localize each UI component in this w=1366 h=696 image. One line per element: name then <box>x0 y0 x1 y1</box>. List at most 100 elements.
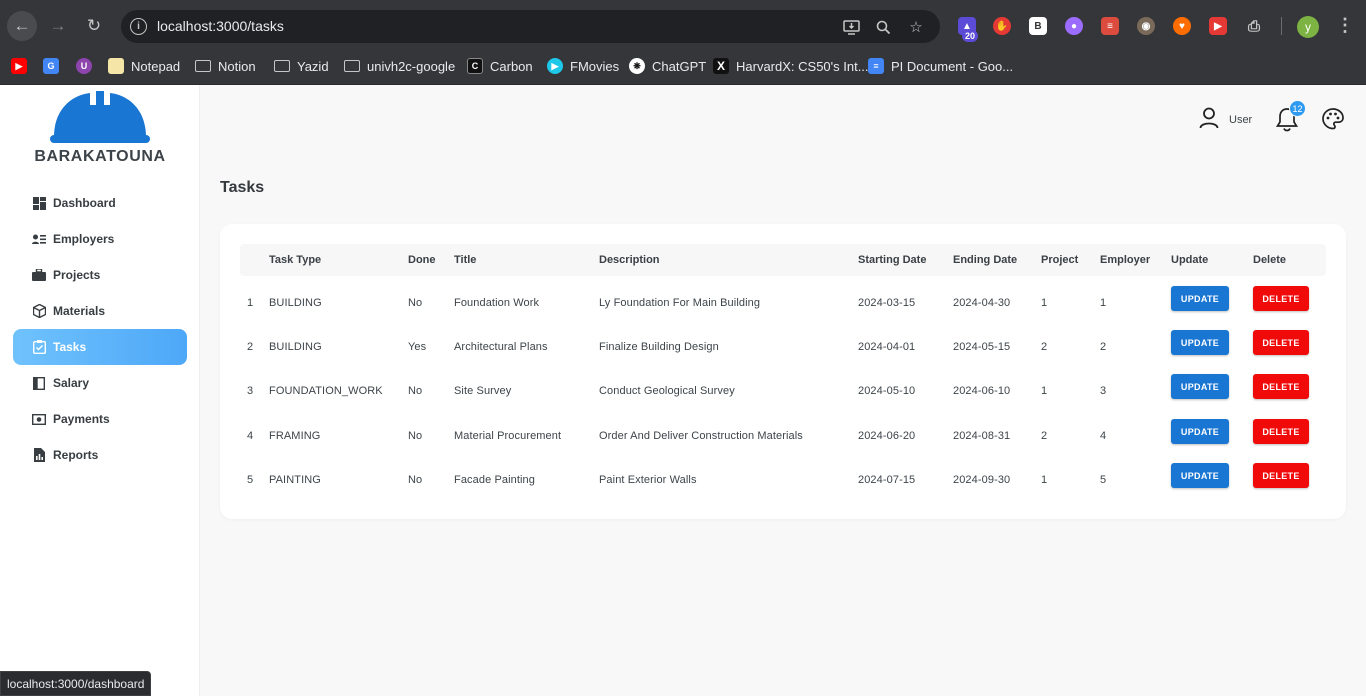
update-button[interactable]: UPDATE <box>1171 286 1229 311</box>
extension-purple-icon[interactable]: ● <box>1065 17 1083 35</box>
table-row: 1 BUILDING No Foundation Work Ly Foundat… <box>240 282 1326 326</box>
cube-icon <box>32 304 46 318</box>
cell-starting-date: 2024-03-15 <box>858 297 916 309</box>
bookmark-ublock[interactable]: U <box>76 56 92 76</box>
bookmark-youtube[interactable]: ▶ <box>11 56 27 76</box>
bookmark-label: Carbon <box>490 58 533 74</box>
sidebar-item-dashboard[interactable]: Dashboard <box>13 185 187 221</box>
bookmark-notion[interactable]: Notion <box>195 56 256 76</box>
sidebar-item-materials[interactable]: Materials <box>13 293 187 329</box>
cell-project: 1 <box>1041 474 1048 486</box>
extension-video-icon[interactable]: ▶ <box>1209 17 1227 35</box>
extension-owl-icon[interactable]: ◉ <box>1137 17 1155 35</box>
address-url[interactable]: localhost:3000/tasks <box>157 18 284 34</box>
google-translate-icon: G <box>43 58 59 74</box>
browser-toolbar: ← → ↻ i localhost:3000/tasks ☆ ▲ 20 ✋ B … <box>0 0 1366 50</box>
page-title: Tasks <box>220 179 265 196</box>
cell-task-type: PAINTING <box>269 474 321 486</box>
column-header-task-type: Task Type <box>269 254 322 266</box>
update-button[interactable]: UPDATE <box>1171 374 1229 399</box>
cell-starting-date: 2024-06-20 <box>858 430 916 442</box>
address-bar[interactable]: i localhost:3000/tasks ☆ <box>121 10 940 43</box>
bookmark-label: univh2c-google <box>367 58 456 74</box>
bookmark-pi-document[interactable]: ≡ PI Document - Goo... <box>868 56 1013 76</box>
bookmark-star-icon[interactable]: ☆ <box>906 17 926 37</box>
install-app-icon[interactable] <box>841 17 861 37</box>
cell-description: Order And Deliver Construction Materials <box>599 430 803 442</box>
table-header: Task Type Done Title Description Startin… <box>240 244 1326 276</box>
forward-arrow-icon[interactable]: → <box>43 11 73 41</box>
user-icon[interactable] <box>1199 107 1219 134</box>
sidebar-item-tasks[interactable]: Tasks <box>13 329 187 365</box>
extension-orange-icon[interactable]: ♥ <box>1173 17 1191 35</box>
sidebar-item-reports[interactable]: Reports <box>13 437 187 473</box>
cell-done: No <box>408 385 423 397</box>
bookmark-notepad[interactable]: Notepad <box>108 56 180 76</box>
cell-ending-date: 2024-08-31 <box>953 430 1011 442</box>
cell-description: Finalize Building Design <box>599 341 719 353</box>
sidebar-item-label: Employers <box>53 232 115 246</box>
cell-title: Facade Painting <box>454 474 535 486</box>
update-button[interactable]: UPDATE <box>1171 330 1229 355</box>
extension-b-icon[interactable]: B <box>1029 17 1047 35</box>
table-row: 5 PAINTING No Facade Painting Paint Exte… <box>240 459 1326 503</box>
cell-ending-date: 2024-04-30 <box>953 297 1011 309</box>
cell-id: 2 <box>247 341 254 353</box>
extension-hand-icon[interactable]: ✋ <box>993 17 1011 35</box>
back-arrow-icon[interactable]: ← <box>7 11 37 41</box>
sidebar-item-label: Payments <box>53 412 110 426</box>
bookmark-label: ChatGPT <box>652 58 707 74</box>
cell-employer: 2 <box>1100 341 1107 353</box>
sidebar-item-label: Dashboard <box>53 196 116 210</box>
delete-button[interactable]: DELETE <box>1253 463 1309 488</box>
cell-project: 1 <box>1041 385 1048 397</box>
update-button[interactable]: UPDATE <box>1171 419 1229 444</box>
cell-id: 5 <box>247 474 254 486</box>
cell-starting-date: 2024-04-01 <box>858 341 916 353</box>
reload-icon[interactable]: ↻ <box>79 11 109 41</box>
zoom-icon[interactable] <box>873 17 893 37</box>
cell-description: Paint Exterior Walls <box>599 474 697 486</box>
cell-description: Ly Foundation For Main Building <box>599 297 761 309</box>
bookmark-chatgpt[interactable]: ❋ ChatGPT <box>629 56 706 76</box>
bookmark-univh2c-google[interactable]: univh2c-google <box>344 56 455 76</box>
bookmark-google-translate[interactable]: G <box>43 56 59 76</box>
bookmark-fmovies[interactable]: ▶ FMovies <box>547 56 619 76</box>
google-docs-icon: ≡ <box>868 58 884 74</box>
cell-project: 2 <box>1041 341 1048 353</box>
site-info-icon[interactable]: i <box>130 18 147 35</box>
bookmark-harvardx[interactable]: X HarvardX: CS50's Int... <box>713 56 869 76</box>
profile-avatar[interactable]: y <box>1297 16 1319 38</box>
cell-title: Foundation Work <box>454 297 540 309</box>
bookmark-yazid[interactable]: Yazid <box>274 56 329 76</box>
cell-id: 4 <box>247 430 254 442</box>
update-button[interactable]: UPDATE <box>1171 463 1229 488</box>
sidebar-item-employers[interactable]: Employers <box>13 221 187 257</box>
delete-button[interactable]: DELETE <box>1253 330 1309 355</box>
dashboard-icon <box>32 196 46 210</box>
delete-button[interactable]: DELETE <box>1253 286 1309 311</box>
delete-button[interactable]: DELETE <box>1253 374 1309 399</box>
ublock-icon: U <box>76 58 92 74</box>
cell-description: Conduct Geological Survey <box>599 385 735 397</box>
sidebar-item-projects[interactable]: Projects <box>13 257 187 293</box>
sidebar: BARAKATOUNA Dashboard Employers Projects… <box>0 85 200 696</box>
status-bar-url: localhost:3000/dashboard <box>0 671 152 696</box>
folder-icon <box>195 60 211 72</box>
cell-ending-date: 2024-06-10 <box>953 385 1011 397</box>
toolbar-divider <box>1281 17 1282 35</box>
delete-button[interactable]: DELETE <box>1253 419 1309 444</box>
cell-employer: 4 <box>1100 430 1107 442</box>
extension-todoist-icon[interactable]: ≡ <box>1101 17 1119 35</box>
bookmark-carbon[interactable]: C Carbon <box>467 56 533 76</box>
brand-name: BARAKATOUNA <box>34 148 166 165</box>
cell-starting-date: 2024-05-10 <box>858 385 916 397</box>
extensions-puzzle-icon[interactable]: ⎙ <box>1245 17 1263 35</box>
browser-menu-icon[interactable]: ⋮ <box>1336 15 1354 36</box>
user-label[interactable]: User <box>1229 114 1252 126</box>
cell-starting-date: 2024-07-15 <box>858 474 916 486</box>
cell-employer: 3 <box>1100 385 1107 397</box>
palette-icon[interactable] <box>1321 107 1345 136</box>
sidebar-item-payments[interactable]: Payments <box>13 401 187 437</box>
sidebar-item-salary[interactable]: Salary <box>13 365 187 401</box>
